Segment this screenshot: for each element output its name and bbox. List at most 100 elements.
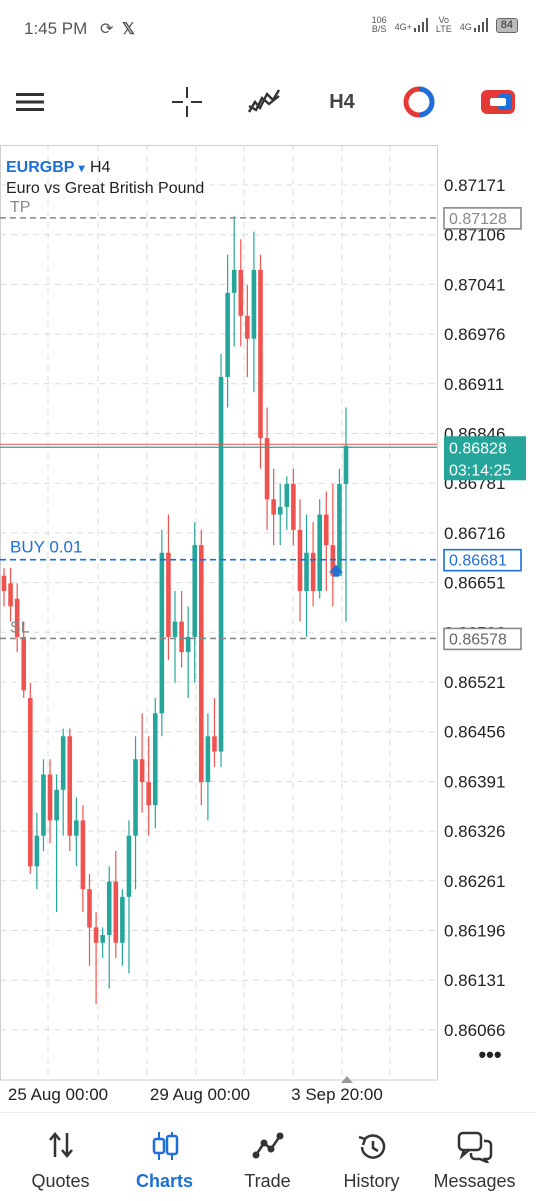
candle-body — [258, 269, 263, 439]
nav-history-label: History — [343, 1171, 400, 1191]
candle-body — [93, 927, 99, 943]
candle-body — [113, 881, 119, 943]
status-indicators: 106 B/S 4G+ Vo LTE 4G 84 — [372, 16, 518, 34]
tp-label: TP — [10, 199, 30, 216]
quotes-icon — [48, 1132, 73, 1158]
chevron-down-icon: ▾ — [78, 161, 85, 175]
candle-body — [100, 935, 105, 943]
volte: Vo LTE — [436, 16, 452, 34]
y-tick-label: 0.86521 — [444, 673, 505, 692]
candle-body — [139, 759, 145, 783]
battery-icon: 84 — [495, 17, 518, 33]
indicators-icon[interactable] — [244, 82, 284, 122]
candle-body — [218, 376, 224, 752]
volte-bottom: LTE — [435, 24, 452, 34]
candle-body — [87, 889, 92, 928]
candle-body — [106, 881, 112, 936]
candle-body — [47, 774, 53, 821]
messages-icon — [457, 1131, 492, 1163]
x-tick-label: 29 Aug 00:00 — [150, 1085, 250, 1104]
candle-body — [337, 483, 342, 576]
y-tick-label: 0.86911 — [444, 375, 504, 394]
bid-price-label: 0.86828 — [449, 440, 507, 457]
candle-body — [277, 506, 283, 515]
signal-2: 4G — [460, 18, 488, 32]
y-tick-label: 0.86976 — [444, 325, 505, 344]
candle-body — [179, 621, 184, 653]
y-tick-label: 0.86716 — [444, 524, 505, 543]
candle-body — [284, 483, 290, 507]
candle-body — [245, 315, 250, 339]
y-tick-label: 0.86391 — [444, 772, 505, 791]
candle-body — [317, 514, 322, 592]
sl-price-label: 0.86578 — [449, 631, 507, 648]
y-tick-label: 0.86261 — [444, 872, 505, 891]
menu-icon[interactable] — [10, 82, 50, 122]
candle-body — [67, 736, 73, 836]
candle-body — [21, 636, 27, 691]
candle-body — [310, 552, 316, 592]
signal-1: 4G+ — [395, 18, 428, 32]
y-tick-label: 0.87041 — [444, 275, 505, 294]
trade-toggle-icon[interactable] — [478, 82, 518, 122]
crosshair-icon[interactable] — [167, 82, 207, 122]
signal-bars-icon — [473, 18, 488, 32]
candle-body — [212, 736, 217, 752]
candle-body — [80, 820, 86, 890]
candle-body — [291, 483, 296, 530]
candle-body — [146, 782, 151, 806]
symbol-description: Euro vs Great British Pound — [6, 180, 205, 197]
candle-body — [323, 514, 329, 546]
candle-body — [225, 292, 230, 377]
candle-body — [166, 552, 171, 637]
nav-trade[interactable]: Trade — [214, 1113, 321, 1201]
candle-body — [159, 552, 165, 714]
candle-body — [152, 713, 158, 806]
history-icon — [358, 1134, 385, 1159]
nav-messages[interactable]: Messages — [421, 1113, 528, 1201]
chart-area[interactable]: 0.87171 0.87106 0.87041 0.86976 0.86911 0.868… — [0, 145, 536, 1110]
trade-icon — [252, 1132, 283, 1159]
candle-body — [54, 789, 59, 821]
bottom-nav: Quotes Charts Trade History Messages — [0, 1112, 536, 1201]
candle-body — [271, 499, 276, 515]
tp-price-label: 0.87128 — [449, 211, 507, 228]
y-tick-label: 0.87171 — [444, 176, 505, 195]
candle-body — [28, 698, 33, 867]
candle-body — [60, 736, 66, 790]
candle-body — [126, 835, 132, 897]
nav-quotes-label: Quotes — [31, 1171, 90, 1191]
status-bar: 1:45 PM ⟳ 𝕏 106 B/S 4G+ Vo LTE 4G 84 — [0, 0, 536, 60]
sl-label: SL — [10, 619, 30, 636]
timeframe-button[interactable]: H4 — [322, 82, 362, 122]
object-icon[interactable] — [399, 82, 439, 122]
candle-body — [8, 583, 13, 607]
y-tick-label: 0.86456 — [444, 723, 505, 742]
nav-quotes[interactable]: Quotes — [7, 1113, 114, 1201]
candle-body — [251, 269, 257, 339]
y-tick-label: 0.86196 — [444, 922, 505, 941]
symbol-selector[interactable]: EURGBP ▾ — [6, 159, 85, 177]
y-tick-label: 0.86651 — [444, 574, 505, 593]
chart-toolbar: H4 — [0, 70, 536, 134]
candle-body — [41, 774, 46, 836]
candle-body — [238, 269, 244, 316]
signal-bars-icon — [413, 18, 428, 32]
candle-body — [185, 636, 191, 653]
candle-body — [172, 621, 178, 637]
x-icon: 𝕏 — [122, 21, 135, 38]
buy-arrow-stem — [333, 572, 339, 577]
nav-messages-label: Messages — [433, 1171, 516, 1191]
candle-body — [1, 575, 7, 592]
nav-history[interactable]: History — [318, 1113, 425, 1201]
candle-body — [74, 820, 79, 836]
candlestick-chart[interactable]: 0.871710.871060.870410.869760.869110.868… — [0, 145, 536, 1110]
sync-icon: ⟳ — [100, 21, 114, 38]
nav-charts[interactable]: Charts — [111, 1113, 218, 1201]
buy-price-label: 0.86681 — [449, 553, 507, 570]
countdown-label: 03:14:25 — [449, 462, 511, 479]
status-time: 1:45 PM — [24, 19, 88, 38]
x-tick-label: 25 Aug 00:00 — [8, 1085, 108, 1104]
candle-body — [343, 445, 349, 484]
y-tick-label: 0.86326 — [444, 822, 505, 841]
